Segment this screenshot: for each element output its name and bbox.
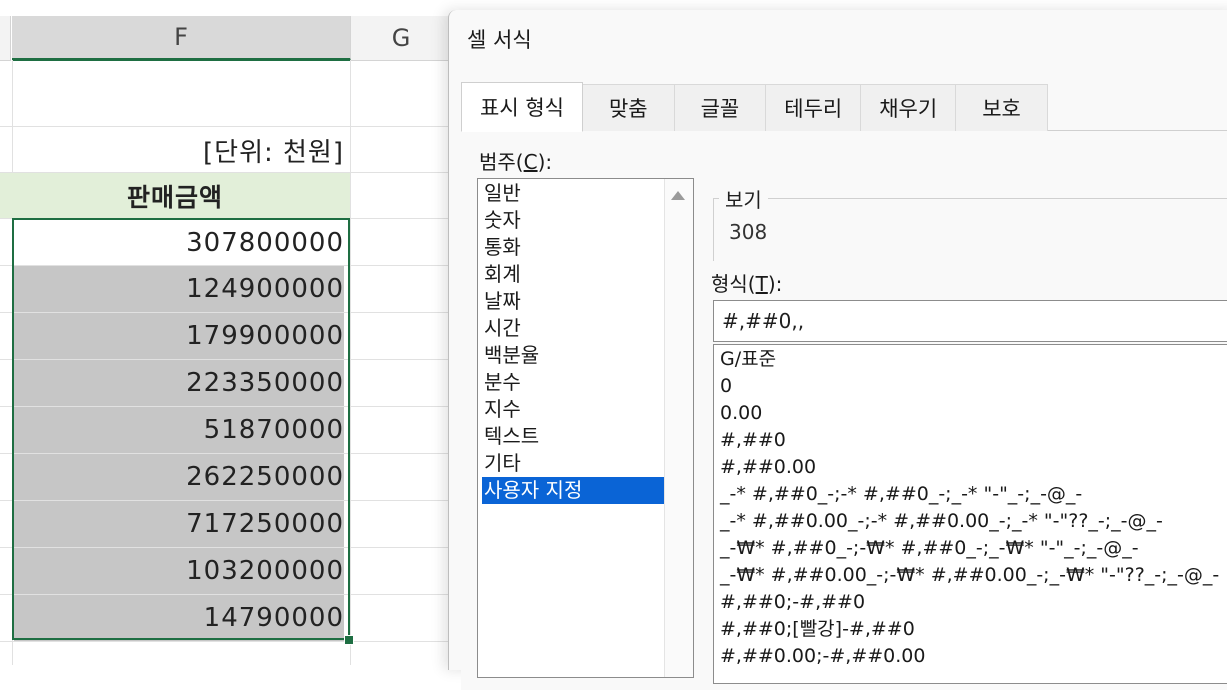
format-item[interactable]: _-* #,##0.00_-;-* #,##0.00_-;_-* "-"??_-… <box>720 508 1163 535</box>
scroll-up-arrow-icon[interactable] <box>671 191 685 200</box>
format-item[interactable]: _-₩* #,##0_-;-₩* #,##0_-;_-₩* "-"_-;_-@_… <box>720 535 1139 562</box>
grid-line <box>0 218 448 219</box>
format-list[interactable]: G/표준 0 0.00 #,##0 #,##0.00 _-* #,##0_-;-… <box>713 344 1227 684</box>
tab-fill[interactable]: 채우기 <box>861 84 957 131</box>
category-scrollbar[interactable] <box>664 179 693 677</box>
category-item-custom[interactable]: 사용자 지정 <box>482 477 664 504</box>
category-label: 범주(C): <box>479 150 553 174</box>
value-cell[interactable]: 262250000 <box>14 454 344 500</box>
sales-amount-header-cell[interactable]: 판매금액 <box>0 173 350 218</box>
category-item-special[interactable]: 기타 <box>482 450 664 477</box>
grid-line <box>12 60 13 665</box>
format-item[interactable]: #,##0 <box>720 427 786 454</box>
category-item-percentage[interactable]: 백분율 <box>482 342 664 369</box>
value-cell[interactable]: 717250000 <box>14 501 344 547</box>
grid-line <box>350 60 351 665</box>
grid-line <box>0 641 448 642</box>
value-cell[interactable]: 14790000 <box>14 595 344 641</box>
column-header-f[interactable]: F <box>12 16 351 61</box>
preview-group <box>713 198 1227 261</box>
value-cell[interactable]: 103200000 <box>14 548 344 594</box>
format-type-input[interactable]: #,##0,, <box>713 300 1227 342</box>
value-cell[interactable]: 124900000 <box>14 266 344 312</box>
category-list[interactable]: 일반 숫자 통화 회계 날짜 시간 백분율 분수 지수 텍스트 기타 사용자 지… <box>477 178 694 678</box>
column-header-e[interactable] <box>0 16 11 61</box>
preview-value: 308 <box>729 220 768 244</box>
category-item-fraction[interactable]: 분수 <box>482 369 664 396</box>
format-type-label: 형식(T): <box>711 272 783 296</box>
tab-alignment[interactable]: 맞춤 <box>582 84 675 131</box>
fill-handle[interactable] <box>344 635 354 645</box>
format-item[interactable]: G/표준 <box>720 346 776 373</box>
format-item[interactable]: 0.00 <box>720 400 762 427</box>
category-item-general[interactable]: 일반 <box>482 180 664 207</box>
value-cell[interactable]: 179900000 <box>14 313 344 359</box>
category-item-time[interactable]: 시간 <box>482 315 664 342</box>
dialog-title: 셀 서식 <box>467 28 532 52</box>
category-item-currency[interactable]: 통화 <box>482 234 664 261</box>
tab-bar: 표시 형식 맞춤 글꼴 테두리 채우기 보호 <box>461 82 1227 132</box>
preview-label: 보기 <box>719 184 768 213</box>
category-item-accounting[interactable]: 회계 <box>482 261 664 288</box>
tab-border[interactable]: 테두리 <box>766 84 862 131</box>
value-cell[interactable]: 51870000 <box>14 407 344 453</box>
tab-number-format[interactable]: 표시 형식 <box>461 82 583 132</box>
format-item[interactable]: #,##0;-#,##0 <box>720 589 865 616</box>
value-cell[interactable]: 223350000 <box>14 360 344 406</box>
format-item[interactable]: 0 <box>720 373 732 400</box>
format-item[interactable]: #,##0;[빨강]-#,##0 <box>720 616 915 643</box>
value-cell[interactable]: 307800000 <box>14 220 344 266</box>
column-header-g[interactable]: G <box>351 16 452 61</box>
category-item-text[interactable]: 텍스트 <box>482 423 664 450</box>
category-item-date[interactable]: 날짜 <box>482 288 664 315</box>
format-item[interactable]: #,##0.00;-#,##0.00 <box>720 643 925 670</box>
tab-protection[interactable]: 보호 <box>956 84 1048 131</box>
unit-label-cell[interactable]: [단위: 천원] <box>14 127 344 173</box>
format-cells-dialog: 셀 서식 표시 형식 맞춤 글꼴 테두리 채우기 보호 범주(C): 일반 숫자… <box>448 10 1227 690</box>
format-item[interactable]: _-* #,##0_-;-* #,##0_-;_-* "-"_-;_-@_- <box>720 481 1082 508</box>
category-item-number[interactable]: 숫자 <box>482 207 664 234</box>
tab-font[interactable]: 글꼴 <box>674 84 767 131</box>
category-item-scientific[interactable]: 지수 <box>482 396 664 423</box>
format-item[interactable]: #,##0.00 <box>720 454 816 481</box>
format-item[interactable]: _-₩* #,##0.00_-;-₩* #,##0.00_-;_-₩* "-"?… <box>720 562 1219 589</box>
